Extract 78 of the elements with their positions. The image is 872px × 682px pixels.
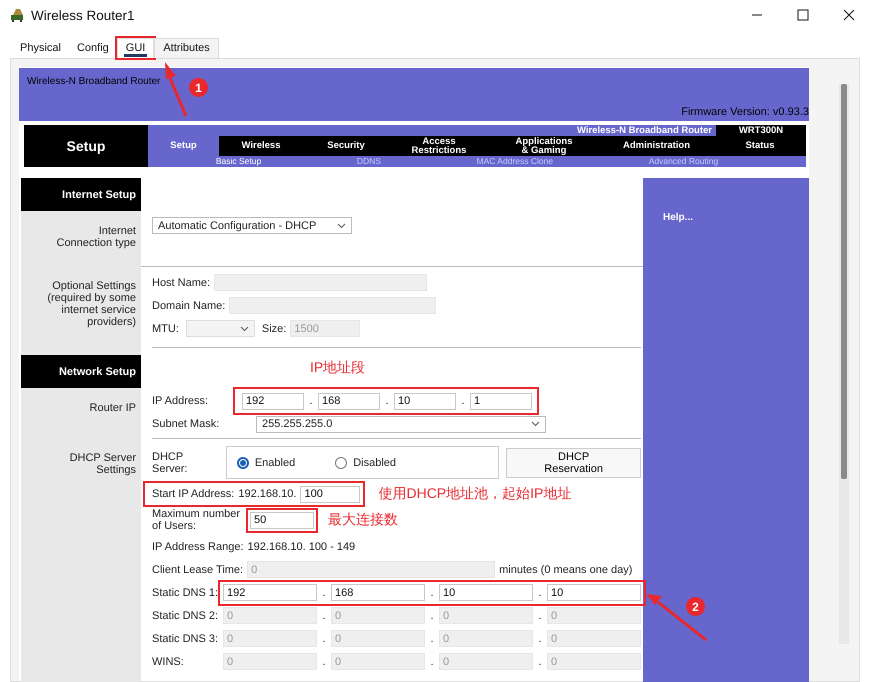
dot-separator: . [537,586,543,598]
ip-octet-field[interactable]: 10 [439,584,533,601]
annotation-text: IP地址段 [310,359,366,377]
dot-separator: . [537,632,543,644]
dhcp-reservation-button[interactable]: DHCP Reservation [506,448,641,478]
ip-octet-field[interactable]: 192 [223,584,317,601]
dot-separator: . [321,586,327,598]
start-ip-field[interactable]: 100 [300,486,360,502]
field-label: IP Address Range: [152,540,244,552]
model-name: WRT300N [716,125,806,136]
ip-octet-field[interactable]: 10 [547,584,641,601]
dot-separator: . [429,586,435,598]
annotation-text: 最大连接数 [328,511,398,529]
dot-separator: . [429,610,435,622]
product-name: Wireless-N Broadband Router [576,125,713,136]
dot-separator: . [537,610,543,622]
ip-octet-field[interactable]: 1 [470,392,532,410]
field-group-label: Optional Settings (required by some internet service providers) [21,266,141,347]
radio-option[interactable]: Disabled [335,456,396,468]
dot-separator: . [308,395,314,407]
field-group-label: DHCP Server Settings [21,438,141,682]
ip-octet-field[interactable]: 192 [242,392,304,410]
dot-separator: . [321,656,327,668]
tab[interactable]: Attributes [154,38,219,58]
window-title: Wireless Router1 [31,8,135,22]
radio-option[interactable]: Enabled [236,456,296,468]
section-heading: Network Setup [21,355,141,388]
product-title: Wireless-N Broadband Router [27,76,160,87]
ip-prefix: 192.168.10. [238,488,296,500]
ip-octet-field[interactable]: 10 [394,392,456,410]
subnet-mask-dropdown[interactable]: 255.255.255.0 [256,416,546,432]
tab[interactable]: Config [68,39,117,58]
field-label: DHCP Server: [152,450,188,474]
field-label: IP Address: [152,395,210,407]
dot-separator: . [321,632,327,644]
tab[interactable]: GUI [116,38,154,58]
field-label: Static DNS 3: [152,632,219,644]
field-label: Maximum number of Users: [152,508,242,532]
dot-separator: . [537,656,543,668]
dot-separator: . [429,632,435,644]
field-label: Client Lease Time: [152,564,244,576]
field-label: WINS: [152,656,185,668]
ip-range-value: 192.168.10. 100 - 149 [248,540,356,552]
router-icon [10,8,25,22]
radio-icon[interactable] [236,456,249,468]
field-label: Size: [262,322,286,334]
section-heading: Internet Setup [21,178,141,211]
dot-separator: . [384,395,390,407]
field-label: Start IP Address: [152,488,234,500]
annotation-text: 使用DHCP地址池，起始IP地址 [378,485,572,503]
field-label: Host Name: [152,276,210,288]
field-group-label: Router IP [21,388,141,438]
tab[interactable]: Physical [12,39,69,58]
dot-separator: . [460,395,466,407]
field-label: Static DNS 2: [152,610,219,622]
caret-icon [531,421,540,427]
arrow [644,592,708,642]
section-title: Setup [24,125,148,167]
lease-time-hint: minutes (0 means one day) [499,564,632,576]
max-users-field[interactable]: 50 [250,512,314,528]
scrollbar[interactable] [839,84,849,644]
field-label: MTU: [152,322,179,334]
field-label: Subnet Mask: [152,418,220,430]
nav-tab[interactable]: Setup [148,136,219,156]
help-link[interactable]: Help... [663,212,694,223]
caret-icon [240,326,249,332]
field-group-label: Internet Connection type [21,211,141,266]
sub-tab[interactable]: Basic Setup [216,156,262,167]
connection-type-dropdown[interactable]: Automatic Configuration - DHCP [152,217,352,234]
field-label: Domain Name: [152,300,226,312]
ip-octet-field[interactable]: 168 [318,392,380,410]
radio-icon[interactable] [335,456,348,468]
dot-separator: . [321,610,327,622]
firmware-version: Firmware Version: v0.93.3 [681,106,809,118]
ip-octet-field[interactable]: 168 [331,584,425,601]
caret-icon [337,222,346,228]
dot-separator: . [429,656,435,668]
field-label: Static DNS 1: [152,586,219,598]
